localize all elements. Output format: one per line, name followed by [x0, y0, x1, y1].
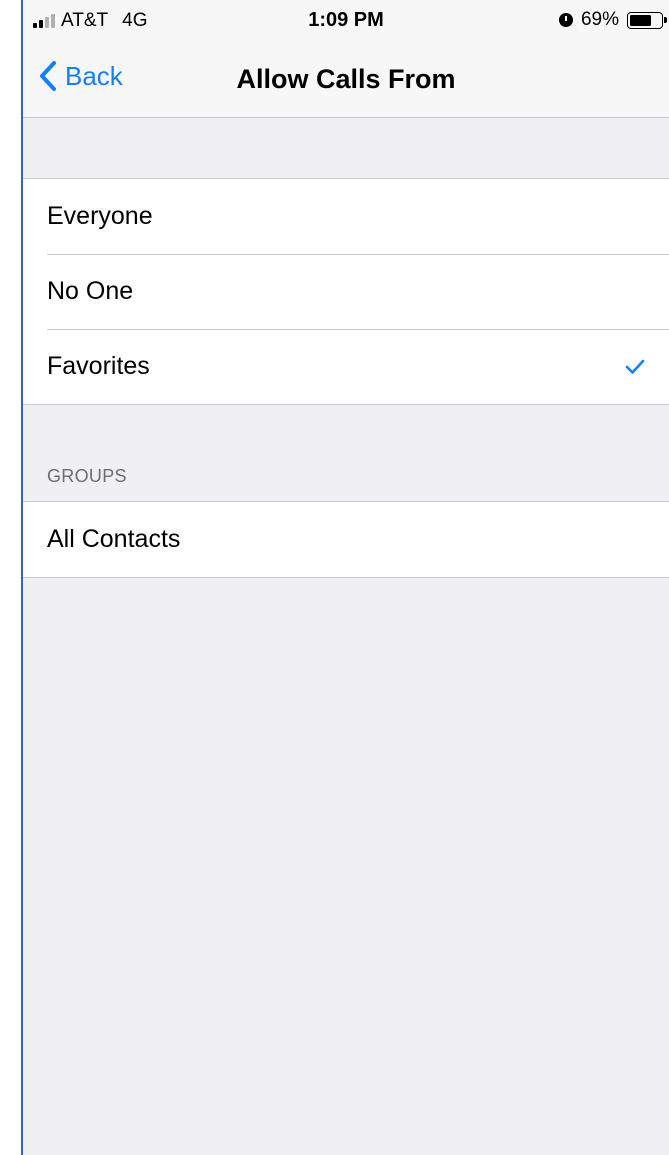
groups-section-header: GROUPS	[47, 466, 127, 486]
group-all-contacts[interactable]: All Contacts	[23, 502, 669, 577]
option-label: No One	[47, 277, 134, 305]
checkmark-icon	[625, 359, 645, 374]
option-label: Favorites	[47, 352, 150, 380]
navigation-bar: Back Allow Calls From	[23, 40, 669, 118]
status-bar: AT&T 4G 1:09 PM 69%	[23, 0, 669, 40]
page-title: Allow Calls From	[236, 64, 456, 94]
battery-fill	[630, 14, 651, 26]
group-label: All Contacts	[47, 525, 181, 553]
status-right: 69%	[558, 9, 667, 31]
alarm-icon	[558, 13, 573, 27]
battery-percent: 69%	[580, 9, 619, 30]
option-no-one[interactable]: No One	[23, 254, 669, 329]
groups-list: All Contacts	[23, 501, 669, 578]
option-favorites[interactable]: Favorites	[23, 329, 669, 404]
screen: AT&T 4G 1:09 PM 69% Back Allow Calls Fro…	[21, 0, 669, 1155]
battery-icon	[627, 11, 667, 29]
allow-calls-options: Everyone No One Favorites	[23, 178, 669, 405]
option-label: Everyone	[47, 202, 153, 230]
option-everyone[interactable]: Everyone	[23, 179, 669, 254]
